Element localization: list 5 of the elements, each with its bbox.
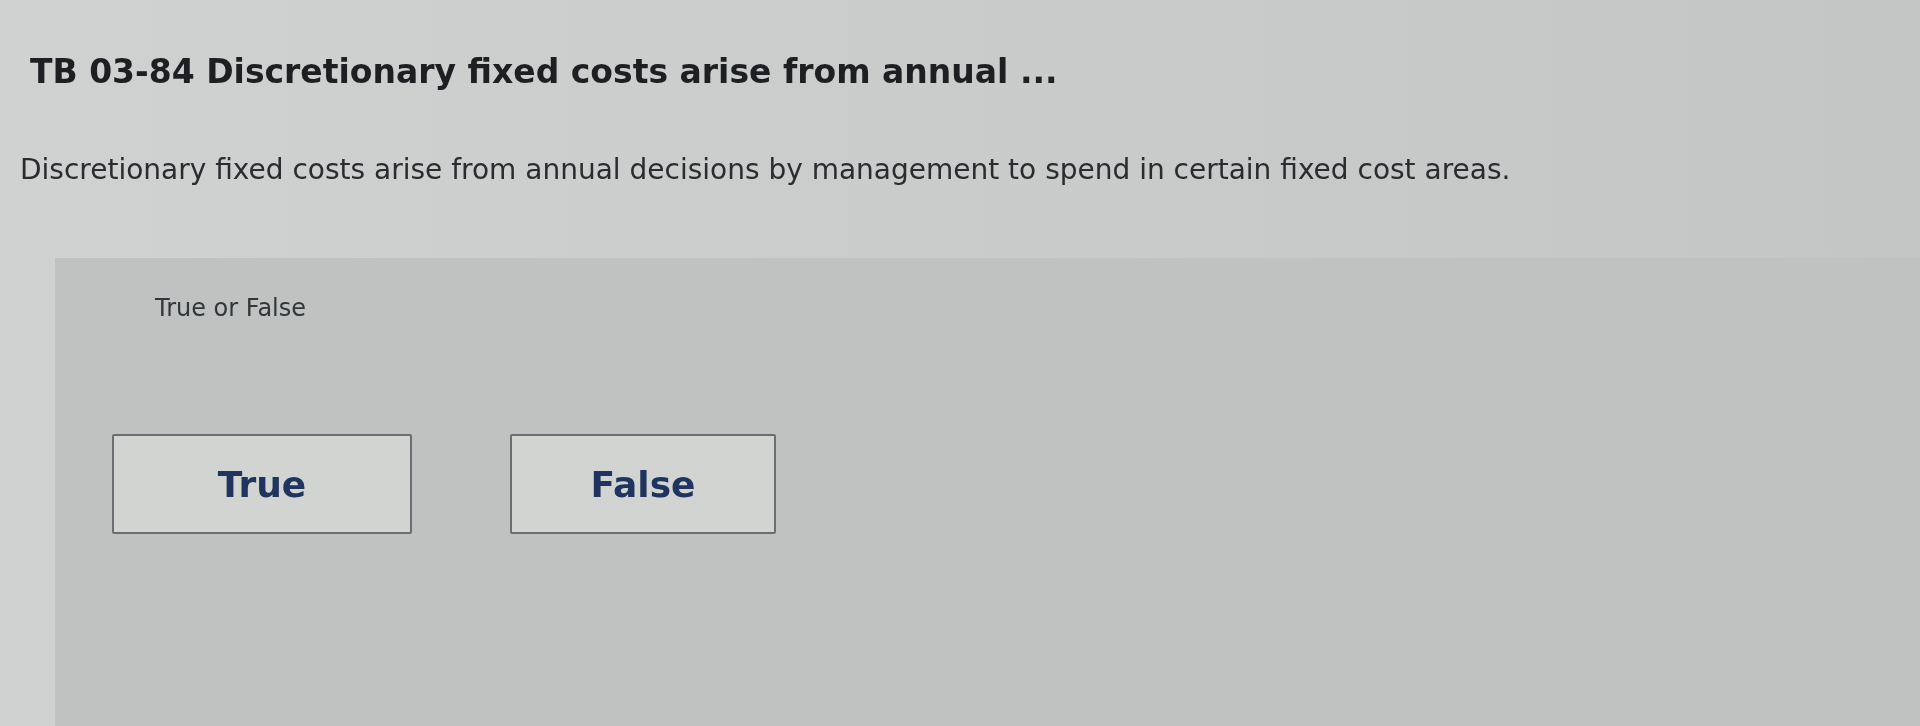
answer-button[interactable]: True — [112, 434, 412, 534]
question-text: Discretionary fixed costs arise from annual decisions by management to spend in certain fixed cost areas. — [20, 153, 1512, 186]
answer-prompt: True or False — [155, 294, 308, 322]
question-title: TB 03-84 Discretionary fixed costs arise from annual ... — [30, 52, 1059, 91]
answer-button[interactable]: False — [510, 434, 776, 534]
